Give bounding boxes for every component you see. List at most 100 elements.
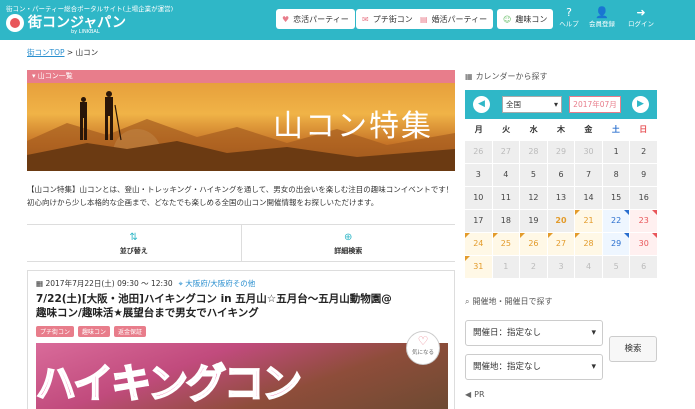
site-logo[interactable]: 街コンジャパン by LINKBAL bbox=[6, 12, 166, 36]
search-icon: ⌕ bbox=[465, 297, 470, 306]
sort-button[interactable]: ⇅ 並び替え bbox=[27, 225, 241, 261]
calendar-day[interactable]: 1 bbox=[602, 141, 630, 163]
calendar-day: 29 bbox=[547, 141, 575, 163]
calendar-day[interactable]: 28 bbox=[575, 233, 602, 255]
magnifier-icon: ⊕ bbox=[344, 232, 353, 243]
weekday-label: 月 bbox=[474, 125, 483, 134]
breadcrumb-home-link[interactable]: 街コンTOP bbox=[27, 48, 65, 57]
logo-mark-icon bbox=[6, 14, 24, 32]
calendar-day[interactable]: 18 bbox=[492, 210, 520, 232]
calendar-day: 27 bbox=[492, 141, 520, 163]
calendar-weekdays: 月火水木金土日 bbox=[465, 119, 657, 141]
calendar-day[interactable]: 7 bbox=[575, 164, 602, 186]
calendar-day[interactable]: 3 bbox=[465, 164, 492, 186]
calendar-day[interactable]: 10 bbox=[465, 187, 492, 209]
nav-shumicon[interactable]: ☺ 趣味コン bbox=[497, 9, 554, 29]
calendar-day[interactable]: 16 bbox=[630, 187, 657, 209]
calendar-day[interactable]: 14 bbox=[575, 187, 602, 209]
sort-icon: ⇅ bbox=[129, 232, 138, 243]
site-header: 街コン・パーティー総合ポータルサイト(上場企業が運営) 街コンジャパン by L… bbox=[0, 0, 695, 40]
event-photo-text: ハイキングコン bbox=[36, 360, 303, 408]
calendar-day: 2 bbox=[520, 256, 547, 278]
calendar-day: 5 bbox=[602, 256, 630, 278]
nav-koikatsu-party[interactable]: ♥ 恋活パーティー bbox=[276, 9, 355, 29]
calendar-day: 30 bbox=[575, 141, 602, 163]
calendar-day[interactable]: 19 bbox=[520, 210, 547, 232]
calendar-day: 26 bbox=[465, 141, 492, 163]
nav-puchi-machikon[interactable]: ✉ プチ街コン bbox=[356, 9, 419, 29]
calendar-day: 1 bbox=[492, 256, 520, 278]
breadcrumb-current: 山コン bbox=[75, 48, 99, 57]
month-select[interactable]: 2017年07月 bbox=[569, 96, 621, 113]
help-icon: ? bbox=[566, 6, 572, 19]
event-tag: プチ街コン bbox=[36, 326, 75, 337]
register-link[interactable]: 👤 会員登録 bbox=[588, 6, 616, 29]
calendar-day: 4 bbox=[575, 256, 602, 278]
favorite-button[interactable]: ♡ 気になる bbox=[406, 331, 440, 365]
place-select[interactable]: 開催地：指定なし bbox=[465, 354, 603, 380]
calendar-day[interactable]: 5 bbox=[520, 164, 547, 186]
intro-text: 【山コン特集】山コンとは、登山・トレッキング・ハイキングを通して、男女の出会いを… bbox=[27, 185, 454, 207]
calendar-day[interactable]: 2 bbox=[630, 141, 657, 163]
weekday-label: 水 bbox=[529, 125, 538, 134]
help-link[interactable]: ? ヘルプ bbox=[555, 6, 583, 29]
search-button[interactable]: 検索 bbox=[609, 336, 657, 362]
calendar-day[interactable]: 24 bbox=[465, 233, 492, 255]
event-card[interactable]: ▦ 2017年7月22日(土) 09:30 ～ 12:30 ⌖ 大阪府/大阪府その… bbox=[27, 270, 455, 409]
calendar-day[interactable]: 31 bbox=[465, 256, 492, 278]
megaphone-icon: ◀ bbox=[465, 390, 472, 399]
calendar-icon: ▦ bbox=[465, 72, 473, 81]
weekday-label: 火 bbox=[502, 125, 511, 134]
login-link[interactable]: ➜ ログイン bbox=[627, 6, 655, 29]
list-controls: ⇅ 並び替え ⊕ 詳細検索 bbox=[27, 224, 455, 262]
detail-search-button[interactable]: ⊕ 詳細検索 bbox=[240, 225, 456, 261]
calendar-day[interactable]: 12 bbox=[520, 187, 547, 209]
weekday-label: 木 bbox=[556, 125, 565, 134]
calendar-day[interactable]: 13 bbox=[547, 187, 575, 209]
calendar-day[interactable]: 17 bbox=[465, 210, 492, 232]
event-location[interactable]: ⌖ 大阪府/大阪府その他 bbox=[179, 279, 256, 288]
weekday-label: 日 bbox=[639, 125, 648, 134]
document-icon: ▤ bbox=[420, 14, 428, 24]
calendar-days: 26 27 28 29 30 1 2 3 4 5 6 7 8 9 10 11 12 13 14 15 16 17 18 19 2… bbox=[465, 141, 657, 278]
next-month-icon[interactable]: ▶ bbox=[632, 96, 649, 113]
calendar-day[interactable]: 6 bbox=[547, 164, 575, 186]
heart-icon: ♥ bbox=[282, 14, 290, 24]
calendar-day[interactable]: 27 bbox=[547, 233, 575, 255]
calendar-day[interactable]: 21 bbox=[575, 210, 602, 232]
event-datetime: 2017年7月22日(土) 09:30 ～ 12:30 bbox=[45, 279, 173, 288]
event-calendar: ◀ 全国 2017年07月 ▶ 月火水木金土日 2627282930123456… bbox=[465, 90, 657, 278]
calendar-day[interactable]: 26 bbox=[520, 233, 547, 255]
event-tag: 返金保証 bbox=[114, 326, 147, 337]
event-tag: 趣味コン bbox=[78, 326, 111, 337]
pr-heading: ◀ PR bbox=[465, 390, 485, 399]
user-icon: 👤 bbox=[595, 6, 609, 19]
event-title[interactable]: 7/22(土)[大阪・池田]ハイキングコン in 五月山☆五月台～五月山動物園@… bbox=[36, 292, 396, 320]
calendar-day: 28 bbox=[520, 141, 547, 163]
login-icon: ➜ bbox=[636, 6, 646, 19]
calendar-day[interactable]: 29 bbox=[602, 233, 630, 255]
nav-konkatsu-party[interactable]: ▤ 婚活パーティー bbox=[414, 9, 494, 29]
date-select[interactable]: 開催日：指定なし bbox=[465, 320, 603, 346]
event-photo[interactable]: ハイキングコン bbox=[36, 343, 448, 409]
calendar-day[interactable]: 15 bbox=[602, 187, 630, 209]
calendar-day[interactable]: 11 bbox=[492, 187, 520, 209]
calendar-day: 3 bbox=[547, 256, 575, 278]
calendar-day[interactable]: 23 bbox=[630, 210, 657, 232]
region-select[interactable]: 全国 bbox=[502, 96, 562, 113]
hero-banner: 山コン特集 bbox=[27, 83, 455, 171]
calendar-toolbar: ◀ 全国 2017年07月 ▶ bbox=[465, 90, 657, 119]
calendar-day[interactable]: 9 bbox=[630, 164, 657, 186]
calendar-day[interactable]: 25 bbox=[492, 233, 520, 255]
breadcrumb-separator: > bbox=[66, 48, 74, 57]
breadcrumb: 街コンTOP > 山コン bbox=[27, 47, 98, 58]
calendar-day[interactable]: 22 bbox=[602, 210, 630, 232]
calendar-day[interactable]: 8 bbox=[602, 164, 630, 186]
weekday-label: 金 bbox=[584, 125, 593, 134]
heart-outline-icon: ♡ bbox=[417, 334, 429, 348]
calendar-day[interactable]: 20 bbox=[547, 210, 575, 232]
calendar-day[interactable]: 30 bbox=[630, 233, 657, 255]
calendar-day[interactable]: 4 bbox=[492, 164, 520, 186]
prev-month-icon[interactable]: ◀ bbox=[473, 96, 490, 113]
search-heading: ⌕ 開催地・開催日で探す bbox=[465, 297, 553, 306]
